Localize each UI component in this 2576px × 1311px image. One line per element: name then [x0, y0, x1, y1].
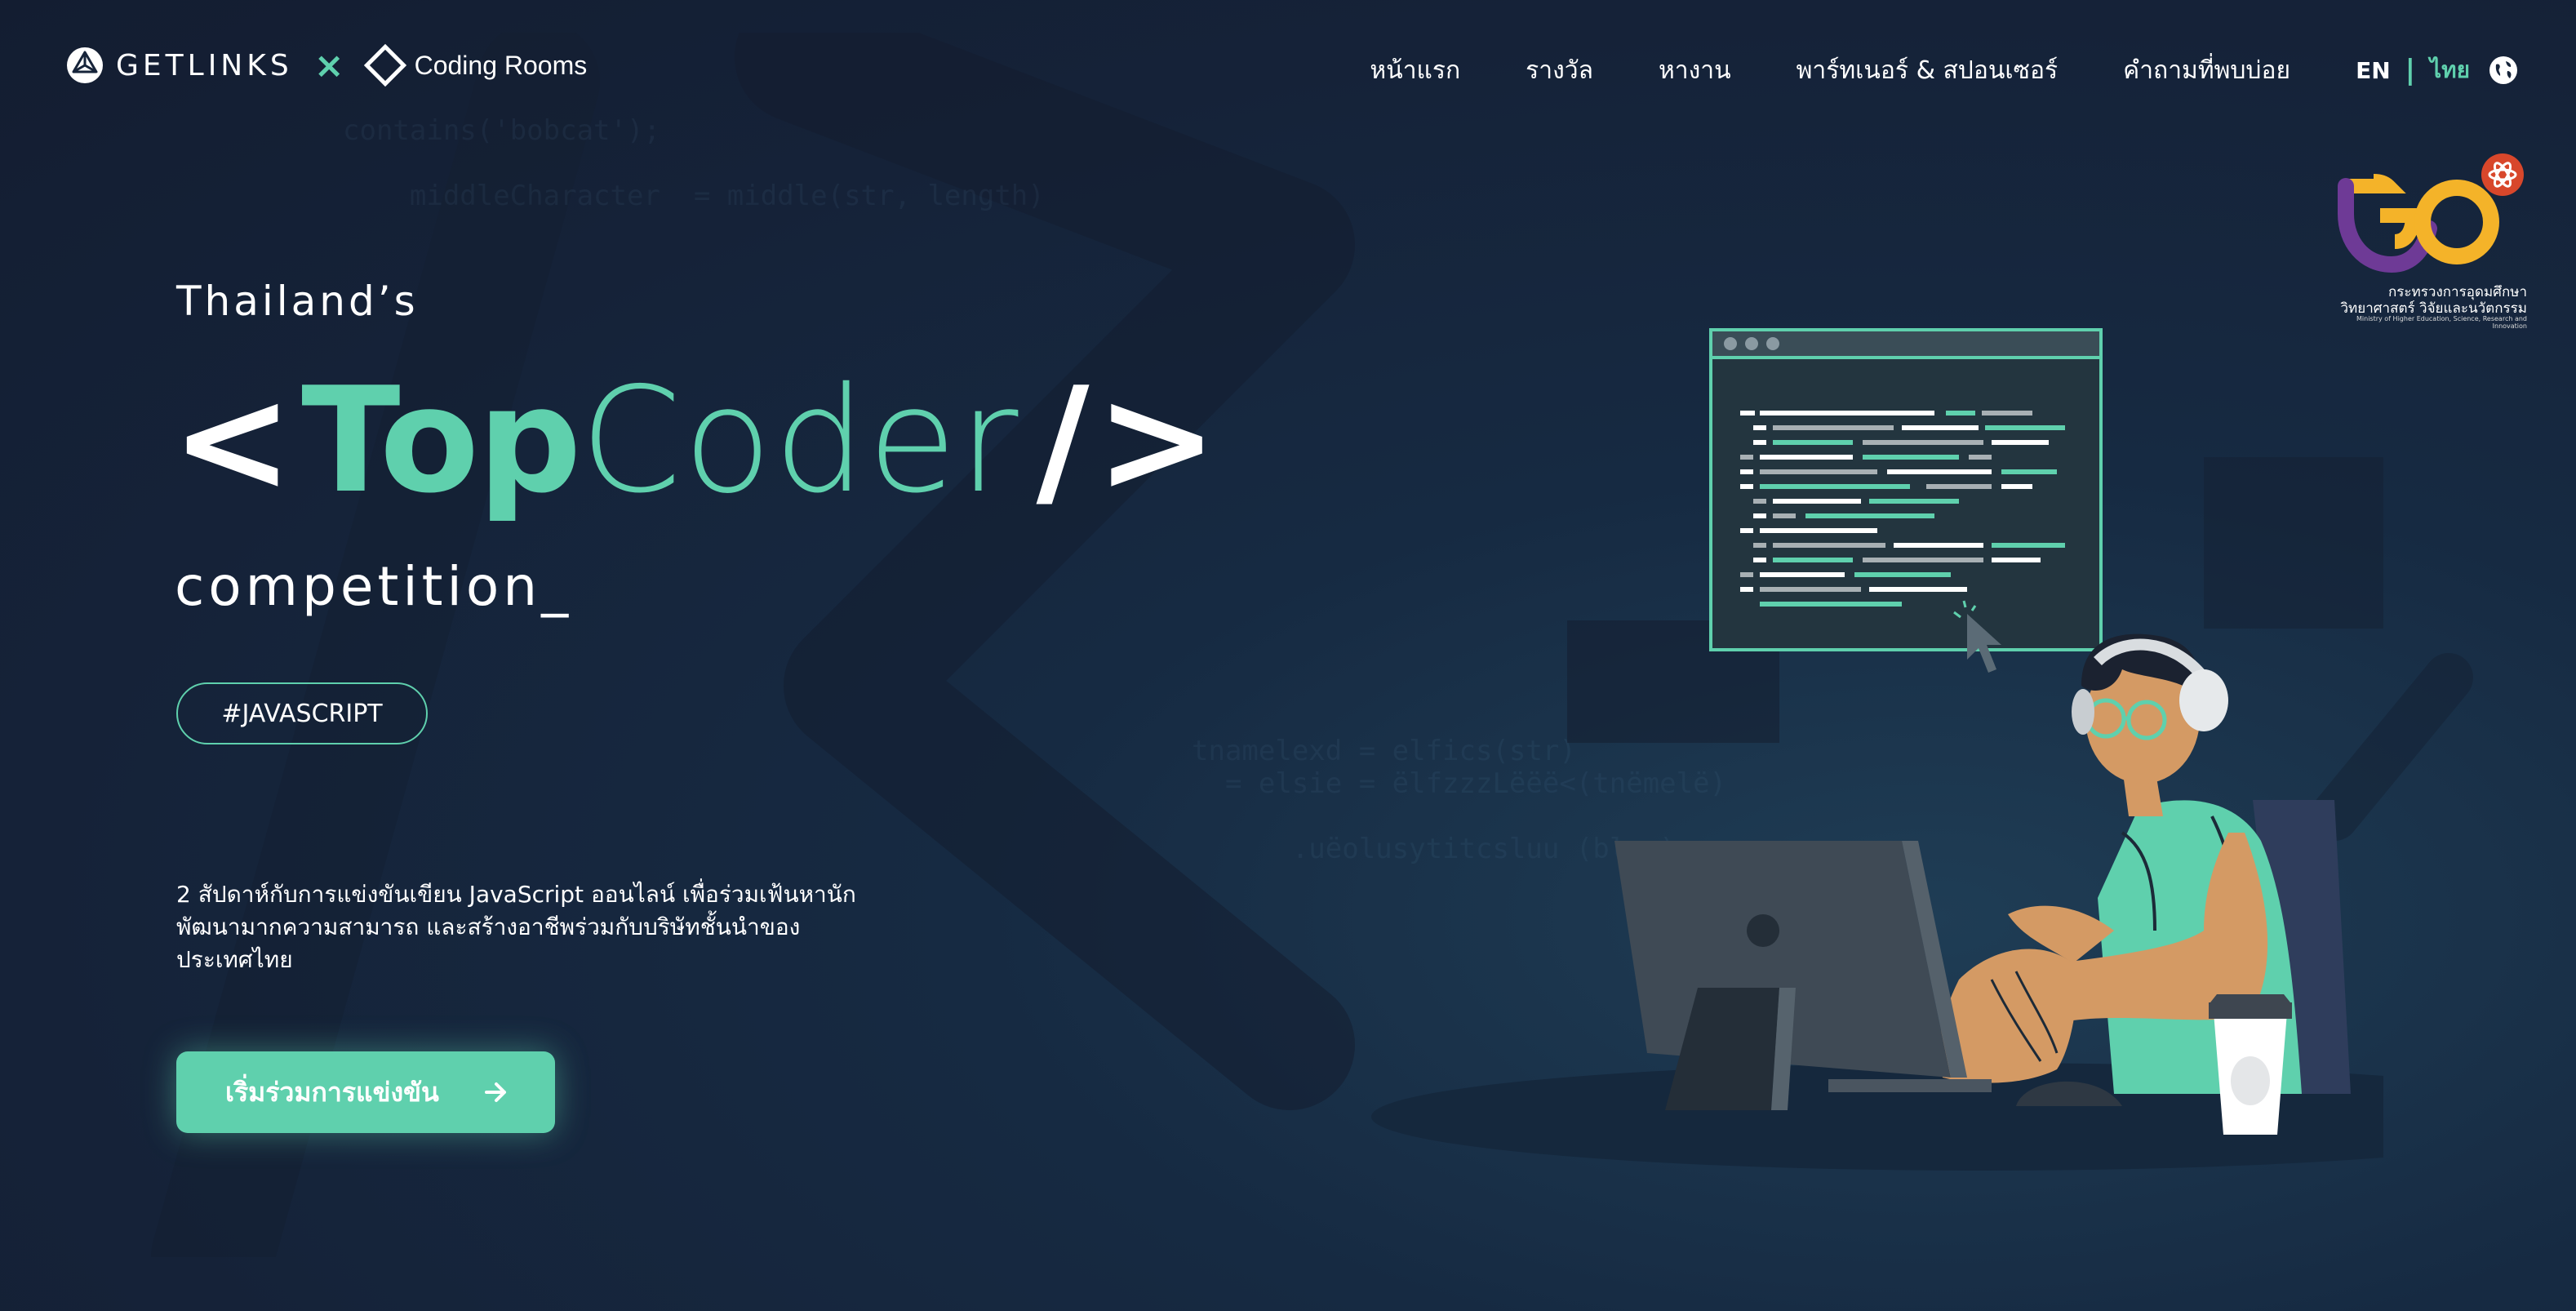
- lang-en-link[interactable]: EN: [2356, 57, 2391, 84]
- globe-icon[interactable]: [2488, 55, 2519, 86]
- landing-page: contains('bobcat'); middleCharacter = mi…: [0, 0, 2576, 1311]
- hero-description: 2 สัปดาห์กับการแข่งขันเขียน JavaScript อ…: [176, 881, 856, 973]
- coding-rooms-logo-icon: [363, 44, 406, 87]
- arrow-right-icon: [485, 1082, 506, 1102]
- title-coder: Coder: [580, 356, 1020, 525]
- top-navigation: GETLINKS × Coding Rooms หน้าแรก รางวัล ห…: [0, 0, 2576, 139]
- nav-item-prizes[interactable]: รางวัล: [1526, 51, 1593, 90]
- getlinks-logo-icon: [67, 47, 103, 83]
- hero-title: < Top Coder / >: [171, 359, 1218, 522]
- ministry-emblem-icon: [2338, 153, 2524, 273]
- nav-item-faq[interactable]: คำถามที่พบบ่อย: [2123, 51, 2290, 90]
- nav-item-jobs[interactable]: หางาน: [1659, 51, 1731, 90]
- title-open-bracket: <: [171, 356, 294, 525]
- hero-eyebrow: Thailand’s: [176, 278, 419, 325]
- title-top: Top: [301, 356, 581, 525]
- language-tag: #JAVASCRIPT: [176, 682, 428, 744]
- getlinks-wordmark: GETLINKS: [116, 48, 293, 82]
- lang-separator: |: [2405, 54, 2416, 87]
- coder-illustration: [1371, 328, 2383, 1171]
- title-close-bracket: >: [1095, 356, 1218, 525]
- hero-subtitle: competition_: [175, 555, 573, 618]
- nav-item-partners-sponsors[interactable]: พาร์ทเนอร์ & สปอนเซอร์: [1797, 51, 2059, 90]
- brand-logos[interactable]: GETLINKS × Coding Rooms: [65, 42, 587, 88]
- main-nav: หน้าแรก รางวัล หางาน พาร์ทเนอร์ & สปอนเซ…: [1370, 47, 2576, 93]
- join-competition-label: เริ่มร่วมการแข่งขัน: [225, 1076, 439, 1108]
- coding-rooms-wordmark: Coding Rooms: [414, 50, 588, 80]
- join-competition-button[interactable]: เริ่มร่วมการแข่งขัน: [176, 1051, 555, 1133]
- collab-times-sign: ×: [313, 44, 344, 87]
- code-window-illustration: [1709, 328, 2103, 651]
- nav-item-home[interactable]: หน้าแรก: [1370, 51, 1460, 90]
- language-switcher: EN | ไทย: [2356, 52, 2519, 88]
- title-slash: /: [1036, 356, 1090, 525]
- ministry-logo: กระทรวงการอุดมศึกษา วิทยาศาสตร์ วิจัยและ…: [2331, 150, 2527, 330]
- lang-th-link[interactable]: ไทย: [2430, 52, 2470, 88]
